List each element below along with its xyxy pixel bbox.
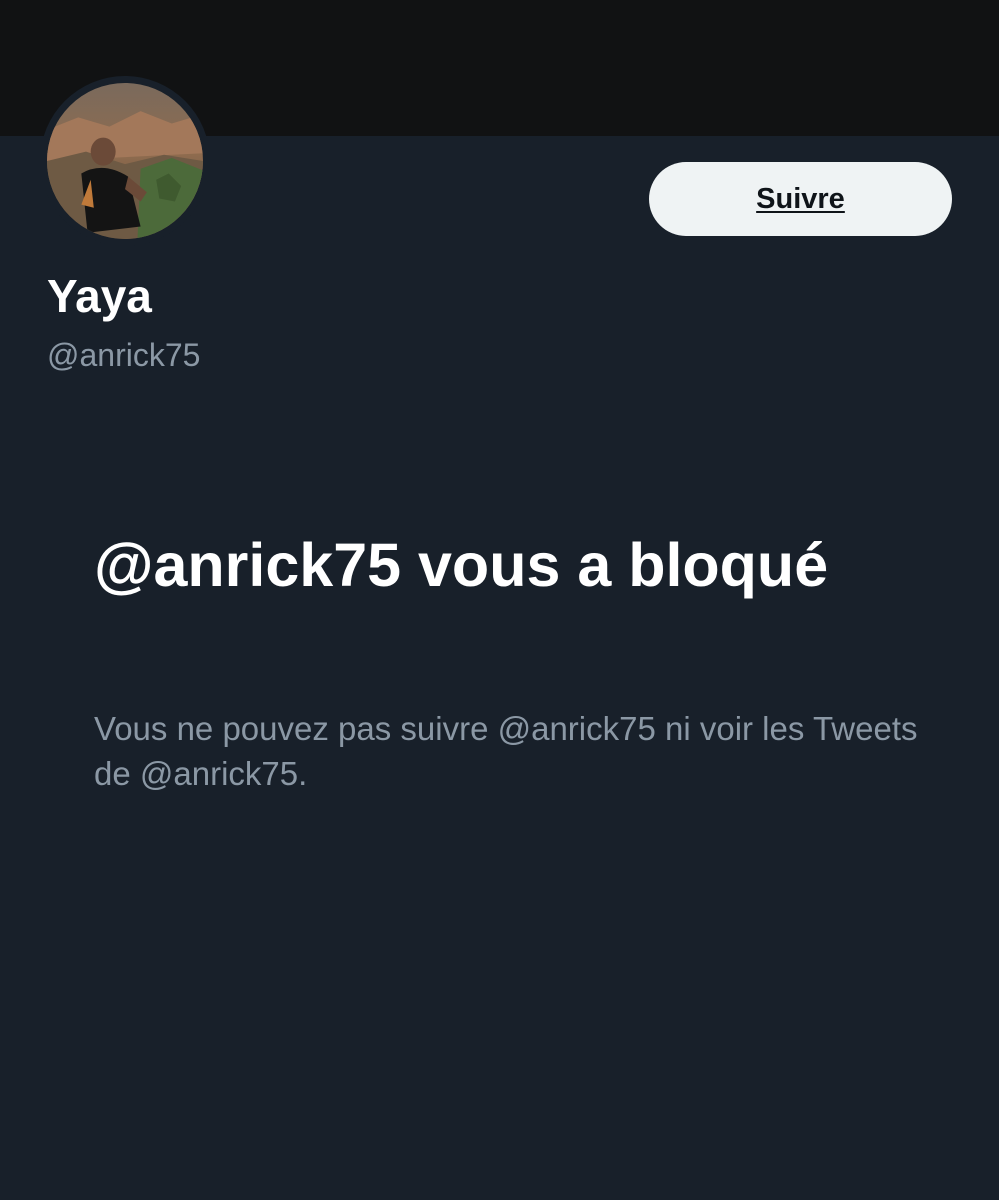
user-handle: @anrick75	[47, 337, 201, 373]
avatar-photo	[47, 83, 203, 239]
blocked-title: @anrick75 vous a bloqué	[94, 531, 829, 599]
avatar[interactable]	[40, 76, 210, 246]
display-name: Yaya	[47, 270, 152, 322]
blocked-description: Vous ne pouvez pas suivre @anrick75 ni v…	[94, 710, 918, 792]
follow-button[interactable]: Suivre	[649, 162, 952, 236]
